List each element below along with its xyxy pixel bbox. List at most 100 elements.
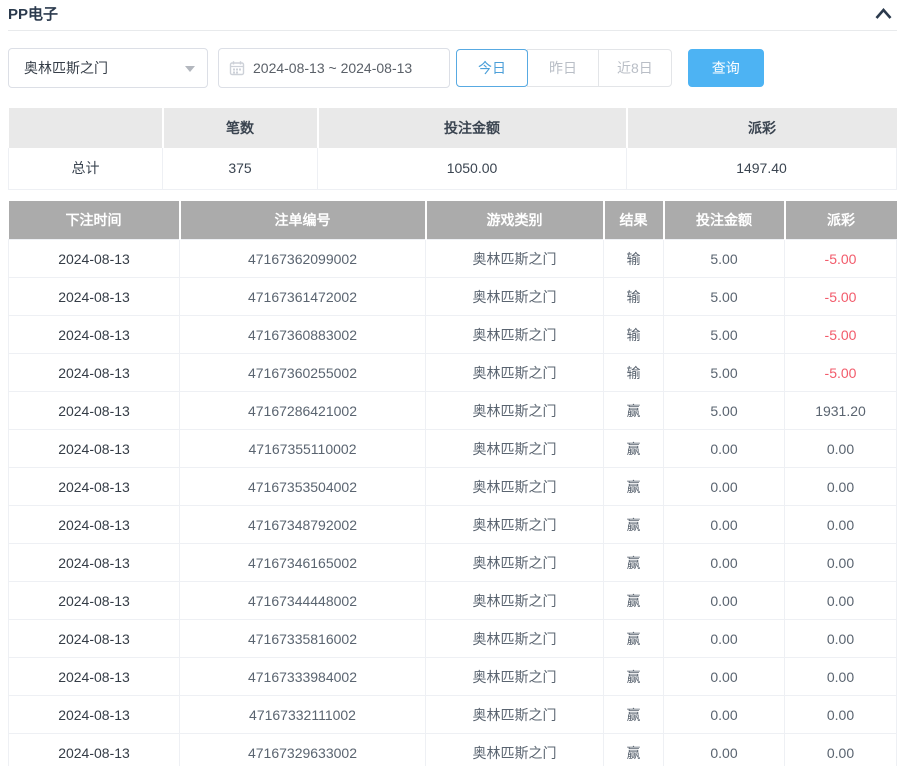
summary-header-bet-amount: 投注金额 xyxy=(318,108,627,148)
bet-time-cell: 2024-08-13 xyxy=(9,240,180,278)
order-number-cell: 47167353504002 xyxy=(180,468,426,506)
game-select[interactable]: 奥林匹斯之门 xyxy=(8,48,208,88)
bet-amount-cell: 5.00 xyxy=(664,240,785,278)
collapse-button[interactable] xyxy=(872,7,895,20)
bet-amount-cell: 0.00 xyxy=(664,734,785,766)
bet-table-header-row: 下注时间 注单编号 游戏类别 结果 投注金额 派彩 xyxy=(9,201,897,240)
game-category-cell: 奥林匹斯之门 xyxy=(426,392,604,430)
bet-time-cell: 2024-08-13 xyxy=(9,544,180,582)
col-result: 结果 xyxy=(604,201,664,240)
game-category-cell: 奥林匹斯之门 xyxy=(426,734,604,766)
result-cell: 赢 xyxy=(604,430,664,468)
summary-bet-amount-value: 1050.00 xyxy=(318,148,627,189)
order-number-cell: 47167286421002 xyxy=(180,392,426,430)
bet-amount-cell: 5.00 xyxy=(664,392,785,430)
order-number-cell: 47167335816002 xyxy=(180,620,426,658)
result-cell: 赢 xyxy=(604,544,664,582)
order-number-cell: 47167329633002 xyxy=(180,734,426,766)
payout-cell: 0.00 xyxy=(785,658,897,696)
date-range-input[interactable]: 2024-08-13 ~ 2024-08-13 xyxy=(218,48,450,88)
bet-amount-cell: 5.00 xyxy=(664,278,785,316)
table-row: 2024-08-1347167362099002奥林匹斯之门输5.00-5.00 xyxy=(9,240,897,278)
result-cell: 赢 xyxy=(604,620,664,658)
today-button[interactable]: 今日 xyxy=(456,49,528,87)
table-row: 2024-08-1347167335816002奥林匹斯之门赢0.000.00 xyxy=(9,620,897,658)
payout-cell: -5.00 xyxy=(785,240,897,278)
col-game-category: 游戏类别 xyxy=(426,201,604,240)
game-select-value: 奥林匹斯之门 xyxy=(24,58,108,78)
summary-header-empty xyxy=(9,108,163,148)
bet-time-cell: 2024-08-13 xyxy=(9,620,180,658)
order-number-cell: 47167360883002 xyxy=(180,316,426,354)
bet-time-cell: 2024-08-13 xyxy=(9,430,180,468)
order-number-cell: 47167333984002 xyxy=(180,658,426,696)
col-bet-amount: 投注金额 xyxy=(664,201,785,240)
game-category-cell: 奥林匹斯之门 xyxy=(426,620,604,658)
order-number-cell: 47167360255002 xyxy=(180,354,426,392)
bet-amount-cell: 5.00 xyxy=(664,316,785,354)
quick-date-button-group: 今日 昨日 近8日 xyxy=(456,49,672,87)
bet-table-body: 2024-08-1347167362099002奥林匹斯之门输5.00-5.00… xyxy=(9,240,897,766)
col-payout: 派彩 xyxy=(785,201,897,240)
bet-amount-cell: 5.00 xyxy=(664,354,785,392)
game-category-cell: 奥林匹斯之门 xyxy=(426,316,604,354)
panel-header: PP电子 xyxy=(8,0,897,31)
payout-cell: 0.00 xyxy=(785,468,897,506)
order-number-cell: 47167332111002 xyxy=(180,696,426,734)
bet-time-cell: 2024-08-13 xyxy=(9,696,180,734)
bet-amount-cell: 0.00 xyxy=(664,430,785,468)
table-row: 2024-08-1347167346165002奥林匹斯之门赢0.000.00 xyxy=(9,544,897,582)
game-category-cell: 奥林匹斯之门 xyxy=(426,430,604,468)
game-category-cell: 奥林匹斯之门 xyxy=(426,468,604,506)
game-category-cell: 奥林匹斯之门 xyxy=(426,658,604,696)
bet-amount-cell: 0.00 xyxy=(664,582,785,620)
order-number-cell: 47167362099002 xyxy=(180,240,426,278)
bet-time-cell: 2024-08-13 xyxy=(9,658,180,696)
payout-cell: 0.00 xyxy=(785,430,897,468)
table-row: 2024-08-1347167329633002奥林匹斯之门赢0.000.00 xyxy=(9,734,897,766)
table-row: 2024-08-1347167360255002奥林匹斯之门输5.00-5.00 xyxy=(9,354,897,392)
result-cell: 输 xyxy=(604,316,664,354)
order-number-cell: 47167355110002 xyxy=(180,430,426,468)
summary-header-payout: 派彩 xyxy=(627,108,897,148)
game-category-cell: 奥林匹斯之门 xyxy=(426,354,604,392)
game-category-cell: 奥林匹斯之门 xyxy=(426,278,604,316)
search-button[interactable]: 查询 xyxy=(688,49,764,87)
table-row: 2024-08-1347167361472002奥林匹斯之门输5.00-5.00 xyxy=(9,278,897,316)
result-cell: 输 xyxy=(604,354,664,392)
result-cell: 赢 xyxy=(604,696,664,734)
result-cell: 赢 xyxy=(604,392,664,430)
table-row: 2024-08-1347167332111002奥林匹斯之门赢0.000.00 xyxy=(9,696,897,734)
bet-time-cell: 2024-08-13 xyxy=(9,316,180,354)
table-row: 2024-08-1347167360883002奥林匹斯之门输5.00-5.00 xyxy=(9,316,897,354)
summary-header-row: 笔数 投注金额 派彩 xyxy=(9,108,897,148)
table-row: 2024-08-1347167344448002奥林匹斯之门赢0.000.00 xyxy=(9,582,897,620)
result-cell: 赢 xyxy=(604,658,664,696)
payout-cell: 0.00 xyxy=(785,620,897,658)
payout-cell: -5.00 xyxy=(785,278,897,316)
summary-header-count: 笔数 xyxy=(163,108,318,148)
result-cell: 赢 xyxy=(604,506,664,544)
col-order-number: 注单编号 xyxy=(180,201,426,240)
yesterday-button[interactable]: 昨日 xyxy=(527,49,599,87)
table-row: 2024-08-1347167353504002奥林匹斯之门赢0.000.00 xyxy=(9,468,897,506)
calendar-icon xyxy=(229,60,245,76)
result-cell: 输 xyxy=(604,278,664,316)
col-bet-time: 下注时间 xyxy=(9,201,180,240)
order-number-cell: 47167361472002 xyxy=(180,278,426,316)
payout-cell: 0.00 xyxy=(785,544,897,582)
order-number-cell: 47167346165002 xyxy=(180,544,426,582)
payout-cell: -5.00 xyxy=(785,316,897,354)
order-number-cell: 47167344448002 xyxy=(180,582,426,620)
summary-count-value: 375 xyxy=(163,148,318,189)
bet-records-panel: PP电子 奥林匹斯之门 xyxy=(0,0,905,766)
bet-time-cell: 2024-08-13 xyxy=(9,392,180,430)
table-row: 2024-08-1347167286421002奥林匹斯之门赢5.001931.… xyxy=(9,392,897,430)
payout-cell: 0.00 xyxy=(785,734,897,766)
table-row: 2024-08-1347167355110002奥林匹斯之门赢0.000.00 xyxy=(9,430,897,468)
payout-cell: 1931.20 xyxy=(785,392,897,430)
bet-records-table: 下注时间 注单编号 游戏类别 结果 投注金额 派彩 2024-08-134716… xyxy=(8,201,897,766)
result-cell: 赢 xyxy=(604,468,664,506)
last-8-days-button[interactable]: 近8日 xyxy=(598,49,672,87)
table-row: 2024-08-1347167348792002奥林匹斯之门赢0.000.00 xyxy=(9,506,897,544)
